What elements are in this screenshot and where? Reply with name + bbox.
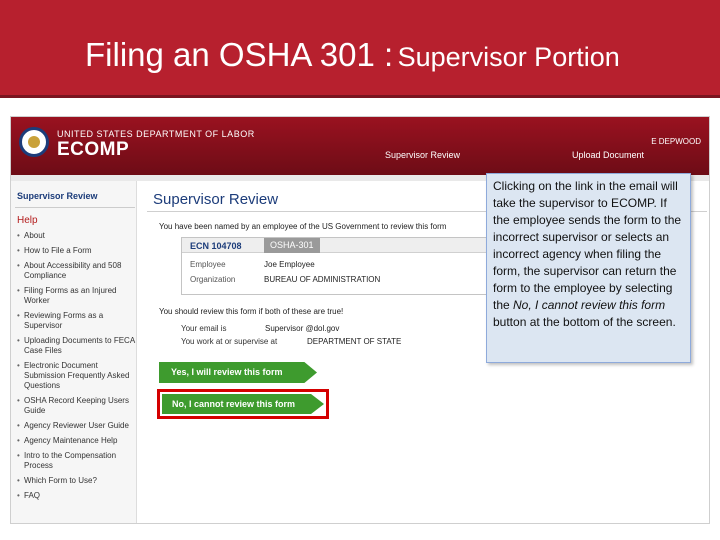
help-link[interactable]: Which Form to Use? bbox=[17, 476, 135, 486]
sidebar-title[interactable]: Supervisor Review bbox=[11, 191, 137, 201]
help-link[interactable]: About Accessibility and 508 Compliance bbox=[17, 261, 135, 281]
slide-title-main: Filing an OSHA 301 : bbox=[85, 36, 394, 73]
help-link[interactable]: Electronic Document Submission Frequentl… bbox=[17, 361, 135, 391]
help-link[interactable]: Agency Maintenance Help bbox=[17, 436, 135, 446]
ecn-number: ECN 104708 bbox=[190, 241, 242, 251]
intro-text: You have been named by an employee of th… bbox=[159, 222, 447, 231]
review-form-button[interactable]: Yes, I will review this form bbox=[159, 362, 317, 383]
sidebar: Supervisor Review Help About How to File… bbox=[11, 181, 137, 523]
highlight-box: No, I cannot review this form bbox=[157, 389, 329, 419]
app-logo[interactable]: ECOMP bbox=[57, 139, 129, 161]
help-link[interactable]: How to File a Form bbox=[17, 246, 135, 256]
callout-text-end: button at the bottom of the screen. bbox=[493, 315, 676, 329]
callout-emphasis: No, I cannot review this form bbox=[513, 298, 666, 312]
slide-title: Filing an OSHA 301 : Supervisor Portion bbox=[85, 36, 620, 74]
callout-text: Clicking on the link in the email will t… bbox=[493, 179, 682, 312]
help-link[interactable]: Agency Reviewer User Guide bbox=[17, 421, 135, 431]
help-link-list: About How to File a Form About Accessibi… bbox=[17, 231, 135, 506]
agency-value: DEPARTMENT OF STATE bbox=[307, 337, 402, 346]
employee-value: Joe Employee bbox=[264, 260, 315, 269]
help-link[interactable]: Filing Forms as an Injured Worker bbox=[17, 286, 135, 306]
email-value: Supervisor @dol.gov bbox=[265, 324, 340, 333]
slide-banner: Filing an OSHA 301 : Supervisor Portion bbox=[0, 0, 720, 98]
help-link[interactable]: Reviewing Forms as a Supervisor bbox=[17, 311, 135, 331]
employee-label: Employee bbox=[190, 260, 226, 269]
organization-value: BUREAU OF ADMINISTRATION bbox=[264, 275, 381, 284]
help-link[interactable]: About bbox=[17, 231, 135, 241]
agency-label: You work at or supervise at bbox=[181, 337, 278, 346]
slide-title-sub: Supervisor Portion bbox=[397, 42, 620, 72]
help-link[interactable]: Uploading Documents to FECA Case Files bbox=[17, 336, 135, 356]
nav-upload-document[interactable]: Upload Document bbox=[572, 150, 644, 160]
department-name: UNITED STATES DEPARTMENT OF LABOR bbox=[57, 129, 255, 139]
case-tab-bar: ECN 104708 OSHA-301 bbox=[182, 238, 530, 253]
email-label: Your email is bbox=[181, 324, 227, 333]
sidebar-help-heading: Help bbox=[17, 215, 38, 226]
tab-osha-301[interactable]: OSHA-301 bbox=[264, 238, 320, 253]
review-criteria-text: You should review this form if both of t… bbox=[159, 307, 344, 316]
page-title: Supervisor Review bbox=[153, 191, 279, 208]
case-summary: ECN 104708 OSHA-301 Employee Joe Employe… bbox=[181, 237, 531, 295]
nav-supervisor-review[interactable]: Supervisor Review bbox=[385, 150, 460, 160]
organization-label: Organization bbox=[190, 275, 236, 284]
help-link[interactable]: FAQ bbox=[17, 491, 135, 501]
instruction-callout: Clicking on the link in the email will t… bbox=[486, 173, 691, 363]
dol-seal-icon bbox=[19, 127, 49, 157]
app-header: UNITED STATES DEPARTMENT OF LABOR ECOMP … bbox=[11, 117, 709, 175]
user-name[interactable]: E DEPWOOD bbox=[651, 137, 701, 146]
decline-review-button[interactable]: No, I cannot review this form bbox=[162, 394, 324, 414]
help-link[interactable]: OSHA Record Keeping Users Guide bbox=[17, 396, 135, 416]
help-link[interactable]: Intro to the Compensation Process bbox=[17, 451, 135, 471]
sidebar-divider bbox=[15, 207, 135, 208]
